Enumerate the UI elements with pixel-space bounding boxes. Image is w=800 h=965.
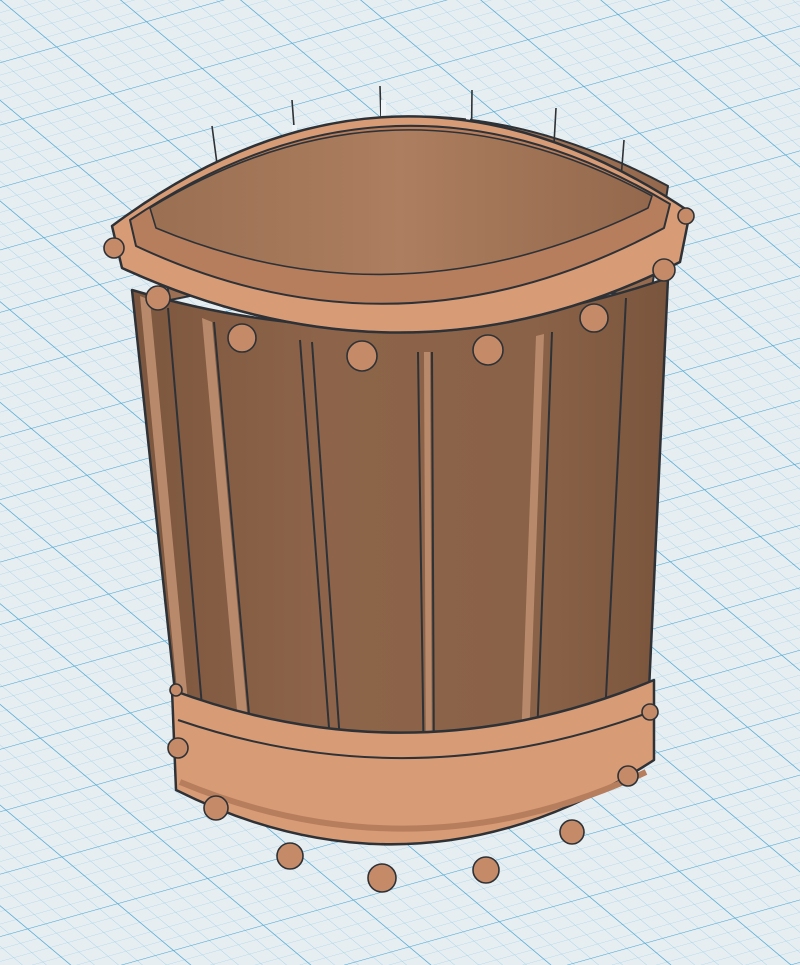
3d-scene[interactable] — [0, 0, 800, 965]
workplane-viewport[interactable] — [0, 0, 800, 965]
bucket-model[interactable] — [103, 85, 695, 893]
